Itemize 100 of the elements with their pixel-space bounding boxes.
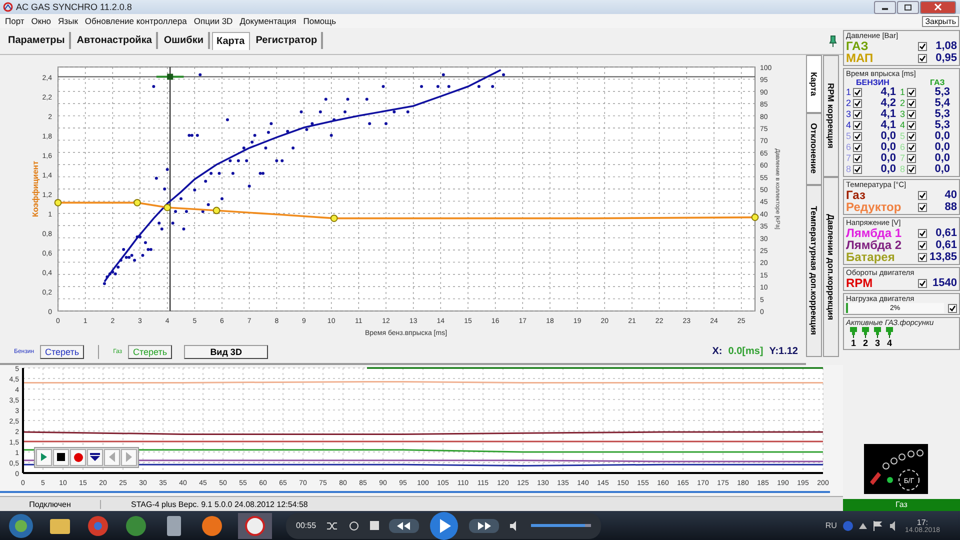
checkbox[interactable] [907, 165, 916, 174]
device-info: STAG-4 plus Верс. 9.1 5.0.0 24.08.2012 12:54:58 [130, 500, 308, 509]
checkbox[interactable] [918, 278, 927, 288]
data-point [346, 97, 350, 100]
y-value: Y:1.12 [769, 346, 798, 358]
checkbox[interactable] [918, 240, 927, 250]
sensor-label: Лямбда 1 [846, 227, 903, 239]
checkbox[interactable] [907, 143, 916, 152]
view-3d-button[interactable]: Вид 3D [184, 344, 268, 359]
checkbox[interactable] [907, 154, 916, 163]
menu-item[interactable]: Опции 3D [194, 16, 233, 26]
checkbox[interactable] [853, 143, 862, 152]
injection-value: 5,4 [934, 98, 950, 109]
connection-status: Подключен [0, 500, 101, 509]
range-marker[interactable] [156, 73, 184, 80]
minimize-button[interactable] [874, 0, 896, 14]
menu-item[interactable]: Помощь [303, 16, 336, 26]
x-label: X: [712, 346, 722, 358]
cylinder-number: 5 [900, 131, 906, 142]
menu-item[interactable]: Порт [5, 16, 24, 26]
data-point [477, 84, 480, 88]
volume-slider[interactable] [531, 524, 592, 527]
data-point [242, 146, 246, 150]
data-point [324, 97, 328, 100]
scroll-bar[interactable] [0, 490, 830, 493]
data-point [751, 213, 759, 221]
checkbox[interactable] [853, 165, 862, 174]
data-point [248, 184, 251, 188]
checkbox[interactable] [918, 42, 927, 50]
data-point [382, 84, 385, 88]
record-button[interactable] [70, 448, 86, 466]
injection-value: 0,0 [934, 153, 950, 164]
menu-item[interactable]: Окно [31, 16, 52, 26]
checkbox[interactable] [907, 99, 916, 108]
checkbox[interactable] [918, 190, 927, 200]
start-button[interactable] [8, 512, 34, 538]
data-point [447, 84, 450, 88]
side-tab[interactable]: Карта [806, 54, 822, 113]
checkbox[interactable] [918, 252, 927, 262]
browser-icon[interactable] [86, 514, 110, 538]
menu-item[interactable]: Документация [240, 16, 296, 26]
stop-icon[interactable] [370, 521, 380, 530]
data-point [54, 198, 62, 206]
checkbox[interactable] [853, 99, 862, 108]
tab[interactable]: Карта [212, 32, 250, 50]
menu-item[interactable]: Язык [58, 16, 78, 26]
close-icon [934, 3, 942, 11]
pin-icon[interactable] [829, 34, 837, 47]
stop-button[interactable] [53, 448, 69, 466]
data-point [310, 122, 314, 125]
data-point [330, 214, 338, 222]
sensor-label: Редуктор [846, 201, 902, 213]
checkbox[interactable] [853, 121, 862, 130]
data-point [210, 172, 213, 175]
data-point [204, 179, 208, 182]
download-button[interactable] [87, 448, 103, 466]
app-icon[interactable] [238, 512, 272, 538]
tab[interactable]: Регистратор [252, 32, 324, 50]
column-header: ГАЗ [929, 78, 945, 87]
injection-value: 4,2 [880, 98, 896, 109]
checkbox[interactable] [918, 54, 927, 62]
side-tab[interactable]: Отклонение [806, 112, 822, 185]
side-tab[interactable]: RPM коррекция [823, 54, 839, 177]
data-point [318, 110, 322, 114]
tab[interactable]: Автонастройка [72, 32, 158, 50]
tab[interactable]: Параметры [4, 32, 71, 50]
caret-icon[interactable] [858, 522, 867, 528]
checkbox[interactable] [907, 88, 916, 97]
tab[interactable]: Ошибки [160, 32, 210, 50]
play-button[interactable] [429, 510, 460, 540]
checkbox[interactable] [853, 88, 862, 97]
menu-item[interactable]: Обновление контроллера [84, 16, 187, 26]
clear-button[interactable]: Стереть [40, 344, 84, 359]
shuffle-icon[interactable] [326, 520, 338, 532]
injection-value: 4,1 [880, 120, 896, 131]
checkbox[interactable] [853, 154, 862, 163]
close-button[interactable] [920, 0, 956, 14]
checkbox[interactable] [907, 121, 916, 130]
checkbox[interactable] [948, 304, 957, 312]
checkbox[interactable] [853, 132, 862, 141]
checkbox[interactable] [918, 228, 927, 238]
checkbox[interactable] [853, 110, 862, 119]
checkbox[interactable] [918, 202, 927, 212]
sensor-label: ГАЗ [846, 40, 868, 52]
maximize-button[interactable] [897, 0, 919, 14]
data-point [280, 158, 284, 162]
data-point [174, 210, 178, 213]
checkbox[interactable] [907, 110, 916, 119]
checkbox[interactable] [907, 132, 916, 141]
rewind-button[interactable] [389, 518, 420, 532]
language-indicator[interactable]: RU [825, 521, 837, 530]
injection-value: 0,0 [934, 142, 950, 153]
side-tab[interactable]: Температурная доп.коррекция [806, 184, 822, 357]
side-tab[interactable]: Давлении доп.коррекция [823, 176, 839, 357]
injector-number: 4 [886, 338, 892, 348]
tooltip: Закрыть [922, 16, 959, 26]
fast-forward-button[interactable] [469, 518, 500, 532]
data-point [253, 134, 256, 137]
cylinder-number: 7 [846, 153, 852, 164]
flag-icon[interactable] [872, 520, 883, 530]
